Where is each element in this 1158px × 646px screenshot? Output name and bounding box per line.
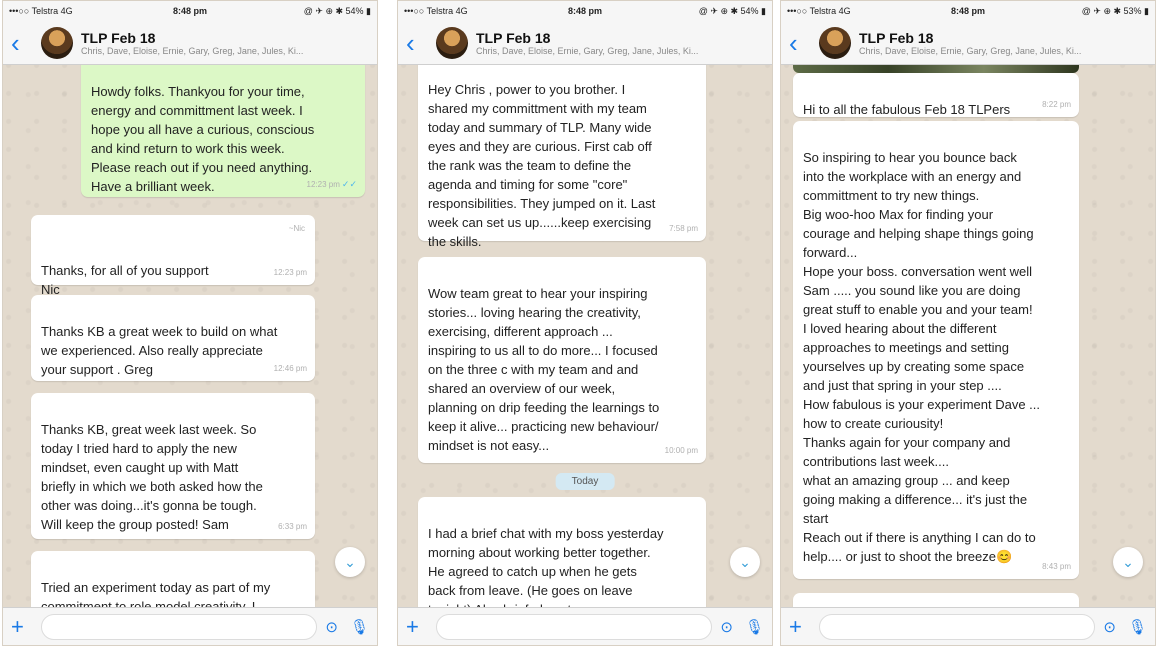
- message-text: Thanks KB, great week last week. So toda…: [41, 422, 263, 532]
- message-input[interactable]: [819, 613, 1096, 640]
- message-text: Thanks KB a great week to build on what …: [41, 324, 278, 377]
- group-avatar[interactable]: [436, 26, 468, 59]
- composer-bar: + ⊙ 🎙: [781, 607, 1155, 645]
- composer-bar: + ⊙ 🎙: [398, 607, 772, 645]
- message-bubble[interactable]: Thanks KB, great week last week. So toda…: [31, 393, 315, 539]
- message-time: 8:22 pm: [1042, 100, 1071, 109]
- message-text: I had a brief chat with my boss yesterda…: [428, 526, 664, 607]
- message-list[interactable]: Hi to all the fabulous Feb 18 TLPers 8:2…: [781, 65, 1155, 607]
- message-time: 12:46 pm: [273, 364, 307, 373]
- camera-icon[interactable]: ⊙: [1103, 618, 1116, 636]
- carrier-label: •••○○ Telstra 4G: [404, 6, 468, 16]
- microphone-icon[interactable]: 🎙: [1128, 618, 1147, 636]
- message-text: Hey Chris , power to you brother. I shar…: [428, 82, 656, 249]
- message-time: 8:43 pm: [1042, 562, 1071, 571]
- camera-icon[interactable]: ⊙: [720, 618, 733, 636]
- scroll-down-icon[interactable]: ⌄: [335, 547, 365, 577]
- message-text: Hi to all the fabulous Feb 18 TLPers: [803, 102, 1011, 117]
- status-indicators: @ ✈ ⊕ ✱ 54% ▮: [698, 5, 767, 16]
- microphone-icon[interactable]: 🎙: [745, 618, 764, 636]
- message-bubble[interactable]: I had a brief chat with my boss yesterda…: [418, 497, 706, 607]
- message-input[interactable]: [436, 613, 713, 640]
- status-bar: •••○○ Telstra 4G 8:48 pm @ ✈ ⊕ ✱ 54% ▮: [3, 1, 377, 21]
- day-separator: Today: [555, 473, 615, 490]
- message-bubble[interactable]: So inspiring to hear you bounce back int…: [793, 121, 1079, 579]
- chat-members: Chris, Dave, Eloise, Ernie, Gary, Greg, …: [859, 45, 1082, 56]
- message-bubble[interactable]: [793, 593, 1079, 607]
- group-avatar[interactable]: [819, 26, 851, 59]
- message-bubble[interactable]: Tried an experiment today as part of my …: [31, 551, 315, 607]
- message-text: Wow team great to hear your inspiring st…: [428, 286, 660, 453]
- message-bubble[interactable]: Wow team great to hear your inspiring st…: [418, 257, 706, 463]
- plus-icon[interactable]: +: [11, 614, 33, 640]
- status-bar: •••○○ Telstra 4G 8:48 pm @ ✈ ⊕ ✱ 54% ▮: [398, 1, 772, 21]
- back-chevron-icon[interactable]: ‹: [11, 30, 35, 56]
- message-bubble[interactable]: Hi to all the fabulous Feb 18 TLPers 8:2…: [793, 73, 1079, 117]
- plus-icon[interactable]: +: [406, 614, 428, 640]
- message-text: Tried an experiment today as part of my …: [41, 580, 271, 607]
- chat-title: TLP Feb 18: [859, 29, 934, 46]
- status-indicators: @ ✈ ⊕ ✱ 53% ▮: [1081, 5, 1150, 16]
- back-chevron-icon[interactable]: ‹: [406, 30, 430, 56]
- chat-title: TLP Feb 18: [476, 29, 551, 46]
- message-sender: ~Nic: [288, 224, 305, 233]
- message-time: 10:00 pm: [664, 446, 698, 455]
- composer-bar: + ⊙ 🎙: [3, 607, 377, 645]
- chat-members: Chris, Dave, Eloise, Ernie, Gary, Greg, …: [476, 45, 699, 56]
- camera-icon[interactable]: ⊙: [325, 618, 338, 636]
- message-text: Howdy folks. Thankyou for your time, ene…: [91, 84, 315, 194]
- chat-header[interactable]: ‹ TLP Feb 18 Chris, Dave, Eloise, Ernie,…: [398, 21, 772, 65]
- message-bubble[interactable]: Hey Chris , power to you brother. I shar…: [418, 65, 706, 249]
- message-list[interactable]: Howdy folks. Thankyou for your time, ene…: [3, 65, 377, 607]
- scroll-down-icon[interactable]: ⌄: [1113, 547, 1143, 577]
- plus-icon[interactable]: +: [789, 614, 811, 640]
- chat-members: Chris, Dave, Eloise, Ernie, Gary, Greg, …: [81, 45, 304, 56]
- scroll-down-icon[interactable]: ⌄: [730, 547, 760, 577]
- phone-screen-3: •••○○ Telstra 4G 8:48 pm @ ✈ ⊕ ✱ 53% ▮ ‹…: [780, 0, 1156, 646]
- message-list[interactable]: Hey Chris , power to you brother. I shar…: [398, 65, 772, 607]
- chat-title: TLP Feb 18: [81, 29, 156, 46]
- message-text: So inspiring to hear you bounce back int…: [803, 150, 1040, 564]
- back-chevron-icon[interactable]: ‹: [789, 30, 813, 56]
- status-time: 8:48 pm: [951, 6, 986, 16]
- chat-header[interactable]: ‹ TLP Feb 18 Chris, Dave, Eloise, Ernie,…: [781, 21, 1155, 65]
- status-indicators: @ ✈ ⊕ ✱ 54% ▮: [303, 5, 372, 16]
- chat-info[interactable]: TLP Feb 18 Chris, Dave, Eloise, Ernie, G…: [476, 30, 746, 56]
- status-time: 8:48 pm: [173, 6, 208, 16]
- status-time: 8:48 pm: [568, 6, 603, 16]
- read-receipt-icon: ✓✓: [341, 179, 357, 189]
- microphone-icon[interactable]: 🎙: [350, 618, 369, 636]
- chat-info[interactable]: TLP Feb 18 Chris, Dave, Eloise, Ernie, G…: [859, 30, 1129, 56]
- message-time: 12:23 pm: [273, 268, 307, 277]
- message-bubble[interactable]: ~Nic Thanks, for all of you support Nic …: [31, 215, 315, 297]
- shared-photo[interactable]: [793, 65, 1079, 73]
- message-text: Thanks, for all of you support Nic: [41, 263, 209, 297]
- phone-screen-1: •••○○ Telstra 4G 8:48 pm @ ✈ ⊕ ✱ 54% ▮ ‹…: [2, 0, 378, 646]
- carrier-label: •••○○ Telstra 4G: [9, 6, 73, 16]
- message-time: 12:23 pm ✓✓: [306, 179, 357, 189]
- chat-info[interactable]: TLP Feb 18 Chris, Dave, Eloise, Ernie, G…: [81, 30, 351, 56]
- status-bar: •••○○ Telstra 4G 8:48 pm @ ✈ ⊕ ✱ 53% ▮: [781, 1, 1155, 21]
- message-time: 7:58 pm: [669, 224, 698, 233]
- message-time: 6:33 pm: [278, 522, 307, 531]
- message-bubble-outgoing[interactable]: Howdy folks. Thankyou for your time, ene…: [81, 65, 365, 197]
- phone-screen-2: •••○○ Telstra 4G 8:48 pm @ ✈ ⊕ ✱ 54% ▮ ‹…: [397, 0, 773, 646]
- group-avatar[interactable]: [41, 26, 73, 59]
- message-input[interactable]: [41, 613, 318, 640]
- message-bubble[interactable]: Thanks KB a great week to build on what …: [31, 295, 315, 381]
- chat-header[interactable]: ‹ TLP Feb 18 Chris, Dave, Eloise, Ernie,…: [3, 21, 377, 65]
- carrier-label: •••○○ Telstra 4G: [787, 6, 851, 16]
